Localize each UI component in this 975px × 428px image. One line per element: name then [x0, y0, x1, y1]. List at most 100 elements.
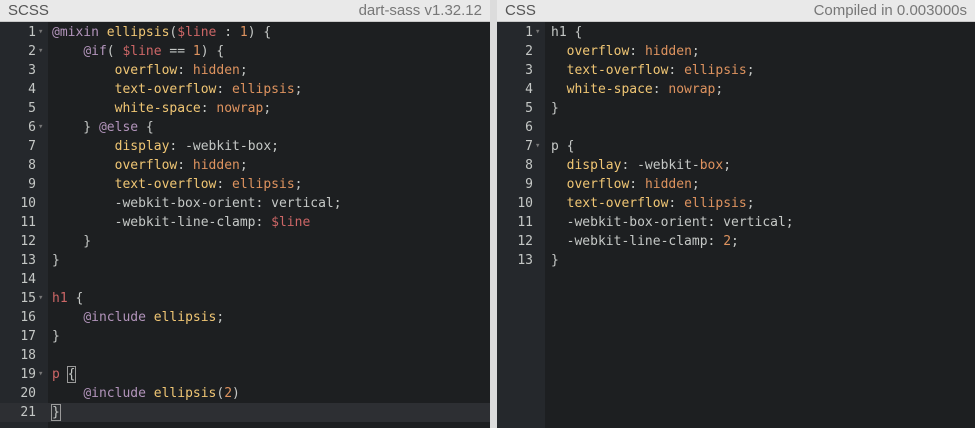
- code-token: }: [52, 253, 60, 268]
- code-token: p: [52, 367, 60, 382]
- code-token: p {: [551, 139, 575, 154]
- code-line[interactable]: 21}: [0, 403, 490, 422]
- code-token: :: [652, 82, 669, 97]
- code-line[interactable]: 17}: [0, 327, 490, 346]
- code-line[interactable]: 10 text-overflow: ellipsis;: [497, 194, 975, 213]
- line-number: 12: [517, 234, 533, 249]
- line-number: 9: [525, 177, 533, 192]
- code-line[interactable]: 3 text-overflow: ellipsis;: [497, 61, 975, 80]
- code-text: @include ellipsis;: [52, 308, 224, 327]
- code-text: }: [52, 251, 60, 270]
- chevron-down-icon[interactable]: ▾: [38, 42, 48, 61]
- code-token: {: [66, 366, 77, 383]
- code-line[interactable]: 16 @include ellipsis;: [0, 308, 490, 327]
- code-line[interactable]: 5 white-space: nowrap;: [0, 99, 490, 118]
- css-pane-title: CSS: [505, 2, 536, 19]
- code-token: }: [551, 101, 559, 116]
- code-token: display: [114, 139, 170, 154]
- chevron-down-icon[interactable]: ▾: [535, 137, 545, 156]
- line-number: 19: [20, 367, 36, 382]
- code-token: white-space: [114, 101, 201, 116]
- code-token: 2: [224, 386, 233, 401]
- chevron-down-icon[interactable]: ▾: [38, 289, 48, 308]
- code-line[interactable]: 5}: [497, 99, 975, 118]
- code-line[interactable]: 19 ▾ p {: [0, 365, 490, 384]
- code-token: :: [668, 63, 685, 78]
- chevron-down-icon[interactable]: ▾: [38, 23, 48, 42]
- code-token: 1: [192, 44, 201, 59]
- code-text: }: [551, 99, 559, 118]
- code-line[interactable]: 1 ▾ h1 {: [497, 23, 975, 42]
- code-line[interactable]: 2 ▾ @if( $line == 1) {: [0, 42, 490, 61]
- code-token: {: [138, 120, 154, 135]
- code-line[interactable]: 6: [497, 118, 975, 137]
- code-line[interactable]: 13}: [0, 251, 490, 270]
- code-token: :: [177, 63, 193, 78]
- code-token: hidden: [644, 44, 692, 59]
- code-token: ;: [746, 63, 755, 78]
- code-token: nowrap: [216, 101, 264, 116]
- code-token: ellipsis: [232, 177, 295, 192]
- code-text: }: [551, 251, 559, 270]
- chevron-down-icon[interactable]: ▾: [38, 118, 48, 137]
- code-text: -webkit-line-clamp: 2;: [551, 232, 739, 251]
- code-token: display: [566, 158, 622, 173]
- line-number: 17: [20, 329, 36, 344]
- chevron-down-icon[interactable]: ▾: [38, 365, 48, 384]
- code-line[interactable]: 2 overflow: hidden;: [497, 42, 975, 61]
- line-number: 14: [20, 272, 36, 287]
- code-token: ellipsis: [153, 386, 217, 401]
- code-line[interactable]: 20 @include ellipsis(2): [0, 384, 490, 403]
- code-token: ;: [263, 101, 272, 116]
- code-line[interactable]: 3 overflow: hidden;: [0, 61, 490, 80]
- code-token: (: [106, 44, 123, 59]
- code-line[interactable]: 7 display: -webkit-box;: [0, 137, 490, 156]
- code-token: }: [52, 234, 92, 249]
- code-line[interactable]: 9 overflow: hidden;: [497, 175, 975, 194]
- code-line[interactable]: 4 text-overflow: ellipsis;: [0, 80, 490, 99]
- code-token: overflow: [566, 44, 630, 59]
- chevron-down-icon[interactable]: ▾: [535, 23, 545, 42]
- code-token: : -webkit-: [621, 158, 700, 173]
- code-line[interactable]: 6 ▾ } @else {: [0, 118, 490, 137]
- code-text: text-overflow: ellipsis;: [551, 194, 755, 213]
- code-line[interactable]: 1 ▾ @mixin ellipsis($line : 1) {: [0, 23, 490, 42]
- line-number: 10: [517, 196, 533, 211]
- code-line[interactable]: 10 -webkit-box-orient: vertical;: [0, 194, 490, 213]
- css-code-editor[interactable]: 1 ▾ h1 {2 overflow: hidden; 3 text-overflow…: [497, 22, 975, 428]
- code-token: 2: [723, 234, 732, 249]
- code-line[interactable]: 18: [0, 346, 490, 365]
- pane-splitter[interactable]: [490, 0, 497, 428]
- code-line[interactable]: 15 ▾ h1 {: [0, 289, 490, 308]
- code-line[interactable]: 9 text-overflow: ellipsis;: [0, 175, 490, 194]
- code-line[interactable]: 8 display: -webkit-box;: [497, 156, 975, 175]
- code-token: ) {: [247, 25, 272, 40]
- code-line[interactable]: 12 }: [0, 232, 490, 251]
- code-line[interactable]: 12 -webkit-line-clamp: 2;: [497, 232, 975, 251]
- code-line[interactable]: 4 white-space: nowrap;: [497, 80, 975, 99]
- css-pane-header: CSS Compiled in 0.003000s: [497, 0, 975, 22]
- code-line[interactable]: 11 -webkit-box-orient: vertical;: [497, 213, 975, 232]
- code-line[interactable]: 7 ▾ p {: [497, 137, 975, 156]
- code-token: ==: [161, 44, 193, 59]
- code-token: ;: [691, 177, 700, 192]
- line-number: 9: [28, 177, 36, 192]
- line-number: 20: [20, 386, 36, 401]
- code-token: text-overflow: [566, 63, 669, 78]
- scss-code-editor[interactable]: 1 ▾ @mixin ellipsis($line : 1) {2 ▾ @if( $l…: [0, 22, 490, 428]
- code-line[interactable]: 8 overflow: hidden;: [0, 156, 490, 175]
- code-token: ;: [294, 177, 303, 192]
- code-token: 1: [239, 25, 248, 40]
- code-line[interactable]: 11 -webkit-line-clamp: $line: [0, 213, 490, 232]
- code-token: @include: [83, 386, 146, 401]
- line-number: 15: [20, 291, 36, 306]
- code-line[interactable]: 13}: [497, 251, 975, 270]
- line-number: 5: [525, 101, 533, 116]
- code-text: overflow: hidden;: [52, 61, 248, 80]
- code-token: :: [177, 158, 193, 173]
- code-line[interactable]: 14: [0, 270, 490, 289]
